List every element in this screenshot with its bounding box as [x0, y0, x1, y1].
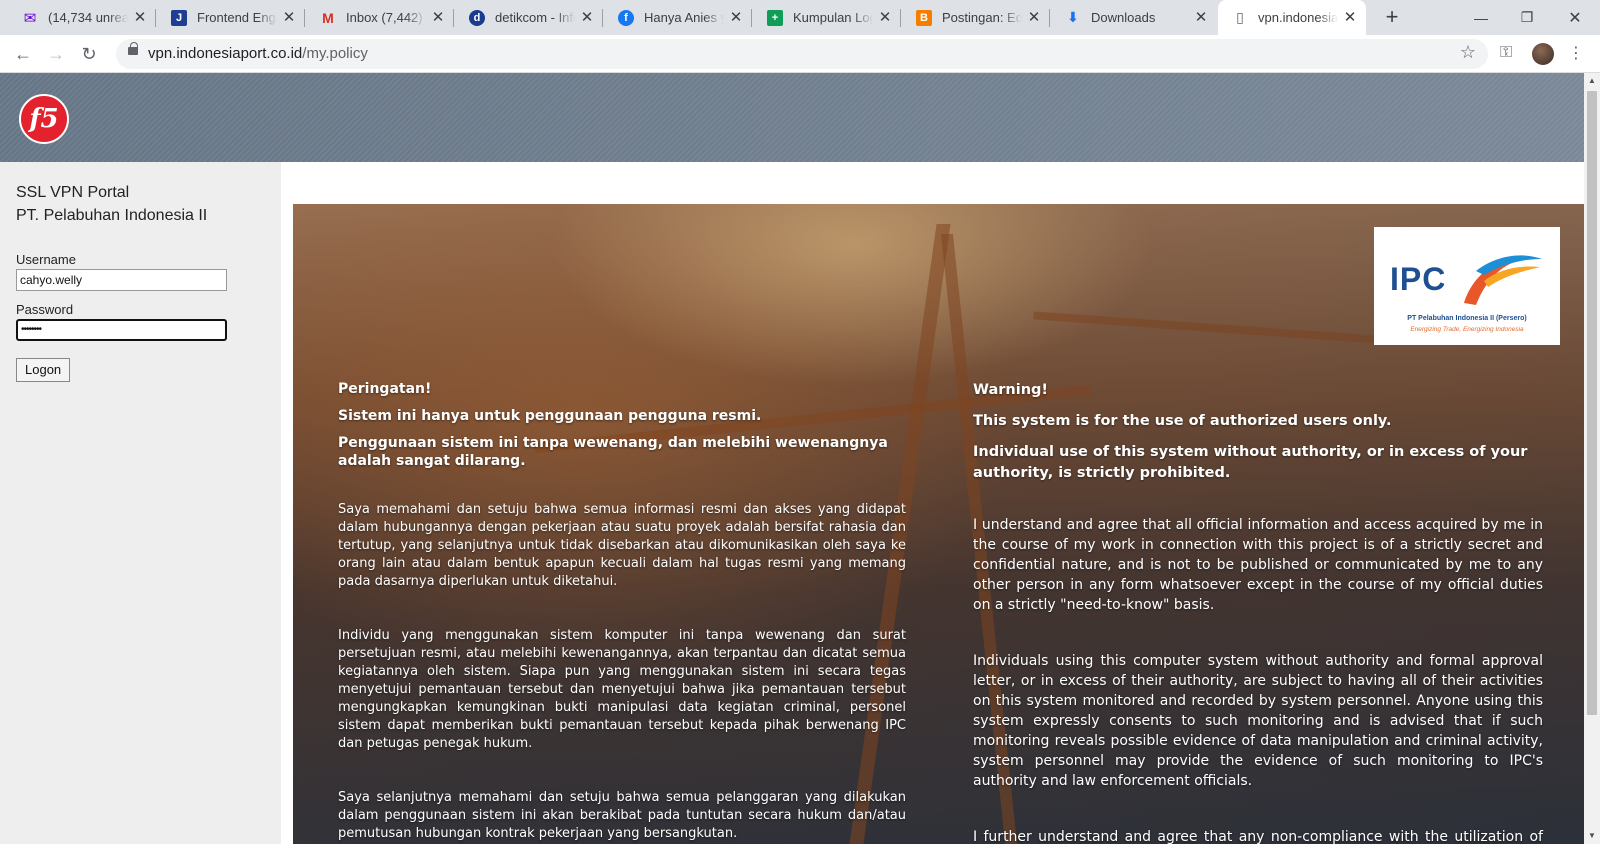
notice-en-heading-3: Individual use of this system without au… — [973, 444, 1528, 481]
tab-facebook[interactable]: f Hanya Anies yang ✕ — [604, 0, 752, 35]
url-text: vpn.indonesiaport.co.id/my.policy — [148, 45, 368, 62]
notice-indonesian: Peringatan! Sistem ini hanya untuk pengg… — [338, 380, 906, 843]
tab-frontend-engineer[interactable]: J Frontend Engineer ✕ — [157, 0, 305, 35]
policy-panel: IPC PT Pelabuhan Indonesia II (Persero) … — [293, 204, 1584, 844]
ipc-company-name: PT Pelabuhan Indonesia II (Persero) — [1407, 315, 1527, 322]
forward-button[interactable]: → — [43, 41, 69, 67]
password-field[interactable]: •••••••• — [16, 319, 227, 341]
new-tab-button[interactable]: + — [1380, 6, 1404, 30]
tab-separator — [1049, 9, 1050, 27]
tab-title: Inbox (7,442) - — [346, 10, 426, 25]
login-sidebar: SSL VPN Portal PT. Pelabuhan Indonesia I… — [0, 162, 281, 844]
reload-button[interactable]: ↻ — [76, 41, 102, 67]
tab-title: Downloads — [1091, 10, 1156, 25]
tab-title: Hanya Anies yang — [644, 10, 724, 25]
notice-en-paragraph-2: Individuals using this computer system w… — [973, 653, 1543, 789]
detik-icon: d — [469, 9, 485, 26]
tab-separator — [900, 9, 901, 27]
close-icon[interactable]: ✕ — [430, 9, 446, 26]
tab-title: Frontend Engineer — [197, 10, 277, 25]
facebook-icon: f — [618, 9, 634, 26]
close-icon[interactable]: ✕ — [132, 9, 148, 26]
f5-logo: f5 — [19, 94, 69, 144]
gmail-icon: M — [322, 9, 334, 26]
scrollbar-thumb[interactable] — [1587, 91, 1597, 715]
username-field[interactable]: cahyo.welly — [16, 269, 227, 291]
tab-title: vpn.indonesiaport — [1258, 10, 1338, 25]
page-icon: ▯ — [1236, 9, 1244, 25]
tab-separator — [304, 9, 305, 27]
notice-id-paragraph-1: Saya memahami dan setuju bahwa semua inf… — [338, 502, 906, 589]
tab-separator — [155, 9, 156, 27]
key-icon[interactable]: ⚿ — [1500, 44, 1512, 62]
sheets-icon: + — [767, 9, 783, 26]
address-bar[interactable]: vpn.indonesiaport.co.id/my.policy ☆ — [116, 39, 1488, 69]
close-icon[interactable]: ✕ — [1026, 9, 1042, 26]
tab-yahoo-mail[interactable]: ✉ (14,734 unread) ✕ — [8, 0, 156, 35]
portal-title: SSL VPN Portal PT. Pelabuhan Indonesia I… — [16, 181, 207, 227]
tab-separator — [751, 9, 752, 27]
tab-gmail-inbox[interactable]: M Inbox (7,442) - ✕ — [306, 0, 454, 35]
tab-kumpulan-login[interactable]: + Kumpulan Login ✕ — [753, 0, 901, 35]
scroll-down-arrow-icon[interactable]: ▼ — [1588, 831, 1596, 840]
url-path: /my.policy — [302, 45, 368, 62]
url-host: vpn.indonesiaport.co.id — [148, 45, 303, 62]
bookmark-star-icon[interactable]: ☆ — [1460, 42, 1476, 63]
minimize-button[interactable]: — — [1458, 0, 1504, 35]
notice-en-heading-2: This system is for the use of authorized… — [973, 413, 1392, 429]
ipc-swoosh-icon — [1464, 255, 1542, 305]
ipc-tagline: Energizing Trade, Energizing Indonesia — [1410, 326, 1524, 333]
ipc-logo-word: IPC — [1390, 261, 1447, 297]
download-icon: ⬇ — [1067, 9, 1079, 25]
scroll-up-arrow-icon[interactable]: ▲ — [1588, 76, 1596, 85]
tab-title: detikcom - Informasi — [495, 10, 575, 25]
username-label: Username — [16, 252, 76, 267]
browser-tabstrip: ✉ (14,734 unread) ✕ J Frontend Engineer … — [0, 0, 1600, 35]
tab-title: (14,734 unread) — [48, 10, 128, 25]
close-icon[interactable]: ✕ — [877, 9, 893, 26]
tab-blogger-edit[interactable]: B Postingan: Edit ✕ — [902, 0, 1050, 35]
notice-id-heading-1: Peringatan! — [338, 381, 432, 397]
tab-vpn-indonesiaport[interactable]: ▯ vpn.indonesiaport ✕ — [1218, 0, 1366, 35]
profile-avatar[interactable] — [1532, 43, 1554, 65]
mail-icon: ✉ — [23, 9, 37, 27]
header-banner: f5 — [0, 73, 1584, 162]
tab-detikcom[interactable]: d detikcom - Informasi ✕ — [455, 0, 603, 35]
portal-title-line1: SSL VPN Portal — [16, 184, 130, 201]
notice-id-paragraph-3: Saya selanjutnya memahami dan setuju bah… — [338, 790, 906, 841]
tab-separator — [453, 9, 454, 27]
notice-en-paragraph-3: I further understand and agree that any … — [973, 829, 1543, 844]
notice-en-paragraph-1: I understand and agree that all official… — [973, 517, 1543, 613]
tab-downloads[interactable]: ⬇ Downloads ✕ — [1051, 0, 1217, 35]
tab-separator — [602, 9, 603, 27]
notice-id-paragraph-2: Individu yang menggunakan sistem kompute… — [338, 628, 906, 751]
jobstreet-icon: J — [171, 9, 187, 26]
restore-button[interactable]: ❐ — [1504, 0, 1550, 35]
page-scrollbar[interactable]: ▲ ▼ — [1584, 73, 1600, 844]
close-icon[interactable]: ✕ — [1193, 9, 1209, 26]
tab-title: Postingan: Edit — [942, 10, 1022, 25]
notice-english: Warning! This system is for the use of a… — [973, 380, 1543, 844]
lock-icon[interactable] — [128, 42, 138, 55]
notice-en-heading-1: Warning! — [973, 382, 1049, 398]
banner-gradient — [0, 73, 1584, 162]
tab-title: Kumpulan Login — [793, 10, 873, 25]
back-button[interactable]: ← — [10, 41, 36, 67]
password-label: Password — [16, 302, 74, 317]
close-icon[interactable]: ✕ — [1342, 9, 1358, 26]
close-icon[interactable]: ✕ — [728, 9, 744, 26]
portal-title-line2: PT. Pelabuhan Indonesia II — [16, 207, 208, 224]
close-icon[interactable]: ✕ — [281, 9, 297, 26]
notice-id-heading-3: Penggunaan sistem ini tanpa wewenang, da… — [338, 435, 888, 469]
kebab-menu-icon[interactable]: ⋮ — [1568, 43, 1584, 63]
notice-id-heading-2: Sistem ini hanya untuk penggunaan penggu… — [338, 408, 762, 424]
browser-toolbar: ← → ↻ vpn.indonesiaport.co.id/my.policy … — [0, 35, 1600, 73]
logon-button[interactable]: Logon — [16, 358, 71, 382]
close-icon[interactable]: ✕ — [579, 9, 595, 26]
ipc-logo: IPC PT Pelabuhan Indonesia II (Persero) … — [1374, 227, 1560, 345]
close-window-button[interactable]: ✕ — [1552, 0, 1598, 35]
blogger-icon: B — [916, 9, 932, 26]
